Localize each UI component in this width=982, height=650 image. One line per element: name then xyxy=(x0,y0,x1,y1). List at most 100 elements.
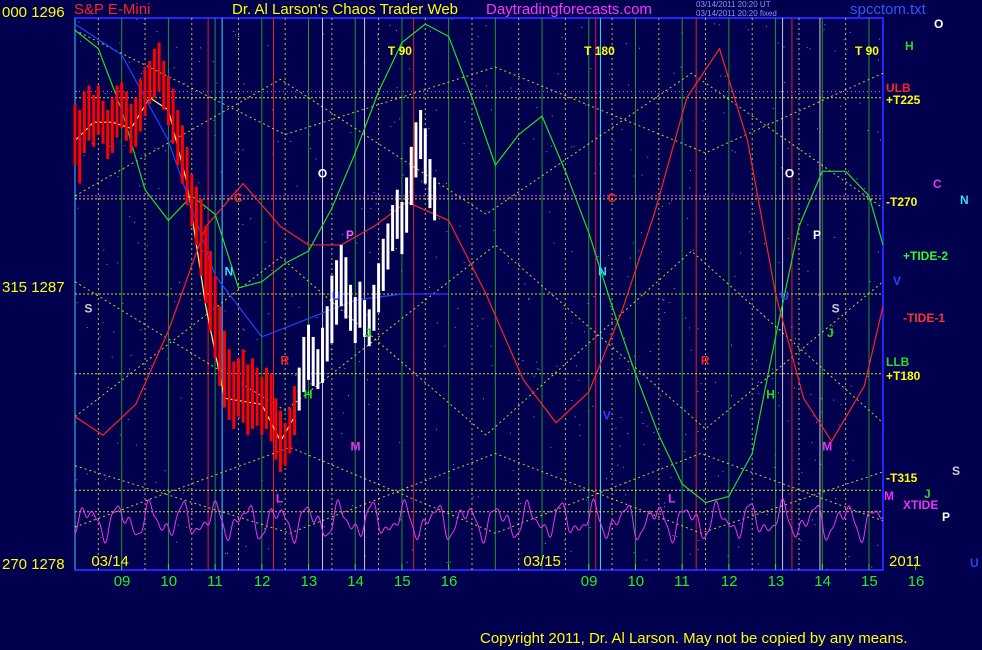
star-dot xyxy=(807,270,809,272)
star-dot xyxy=(653,432,655,434)
star-dot xyxy=(395,248,397,250)
star-dot xyxy=(627,432,629,434)
star-dot xyxy=(689,553,691,555)
star-dot xyxy=(76,479,78,481)
star-dot xyxy=(520,503,522,505)
star-dot xyxy=(766,513,768,515)
star-dot xyxy=(342,234,344,236)
star-dot xyxy=(738,546,740,548)
star-dot xyxy=(557,73,559,75)
star-dot xyxy=(136,18,138,20)
star-dot xyxy=(242,224,244,226)
star-dot xyxy=(676,535,678,537)
star-dot xyxy=(859,102,861,104)
star-dot xyxy=(166,294,168,296)
star-dot xyxy=(633,175,635,177)
star-dot xyxy=(605,478,607,480)
star-dot xyxy=(316,317,318,319)
star-dot xyxy=(816,422,818,424)
star-dot xyxy=(200,47,202,49)
star-dot xyxy=(610,305,612,307)
star-dot xyxy=(754,213,756,215)
planet-marker: R xyxy=(701,354,710,368)
star-dot xyxy=(124,145,126,147)
star-dot xyxy=(232,30,234,32)
star-dot xyxy=(698,540,700,542)
star-dot xyxy=(104,479,106,481)
star-dot xyxy=(323,526,325,528)
website-link[interactable]: Daytradingforecasts.com xyxy=(486,1,652,18)
star-dot xyxy=(624,337,626,339)
star-dot xyxy=(734,275,736,277)
x-tick-label: 11 xyxy=(674,573,690,590)
star-dot xyxy=(291,295,293,297)
star-dot xyxy=(789,509,791,511)
star-dot xyxy=(250,218,252,220)
star-dot xyxy=(673,72,675,74)
star-dot xyxy=(571,400,573,402)
star-dot xyxy=(705,481,707,483)
star-dot xyxy=(788,493,790,495)
star-dot xyxy=(176,541,178,543)
star-dot xyxy=(76,90,78,92)
star-dot xyxy=(444,345,446,347)
star-dot xyxy=(732,193,734,195)
star-dot xyxy=(130,354,132,356)
planet-marker: N xyxy=(224,265,233,279)
star-dot xyxy=(664,506,666,508)
star-dot xyxy=(235,151,237,153)
star-dot xyxy=(472,496,474,498)
right-label: +T225 xyxy=(886,93,921,107)
star-dot xyxy=(109,145,111,147)
x-tick-label: 12 xyxy=(254,573,271,590)
star-dot xyxy=(271,269,273,271)
star-dot xyxy=(527,298,529,300)
star-dot xyxy=(773,107,775,109)
right-label: +T180 xyxy=(886,369,921,383)
star-dot xyxy=(838,424,840,426)
star-dot xyxy=(122,168,124,170)
star-dot xyxy=(295,374,297,376)
star-dot xyxy=(446,562,448,564)
star-dot xyxy=(264,528,266,530)
star-dot xyxy=(625,494,627,496)
star-dot xyxy=(486,85,488,87)
star-dot xyxy=(801,471,803,473)
star-dot xyxy=(135,444,137,446)
star-dot xyxy=(626,482,628,484)
star-dot xyxy=(877,131,879,133)
star-dot xyxy=(406,561,408,563)
star-dot xyxy=(585,104,587,106)
star-dot xyxy=(377,34,379,36)
series-line-xtide xyxy=(74,498,884,545)
planet-marker: V xyxy=(603,409,611,423)
star-dot xyxy=(852,460,854,462)
lattice-line xyxy=(74,244,884,430)
star-dot xyxy=(713,23,715,25)
star-dot xyxy=(823,29,825,31)
star-dot xyxy=(512,469,514,471)
star-dot xyxy=(656,103,658,105)
star-dot xyxy=(747,29,749,31)
star-dot xyxy=(794,338,796,340)
star-dot xyxy=(389,209,391,211)
star-dot xyxy=(647,156,649,158)
star-dot xyxy=(613,140,615,142)
star-dot xyxy=(662,519,664,521)
x-tick-label: 13 xyxy=(301,573,318,590)
star-dot xyxy=(820,463,822,465)
star-dot xyxy=(235,34,237,36)
x-tick-label: 13 xyxy=(768,573,785,590)
star-dot xyxy=(477,496,479,498)
star-dot xyxy=(863,187,865,189)
star-dot xyxy=(186,526,188,528)
star-dot xyxy=(490,345,492,347)
star-dot xyxy=(155,481,157,483)
star-dot xyxy=(224,310,226,312)
star-dot xyxy=(256,338,258,340)
star-dot xyxy=(358,361,360,363)
star-dot xyxy=(820,398,822,400)
star-dot xyxy=(777,392,779,394)
star-dot xyxy=(584,331,586,333)
star-dot xyxy=(731,344,733,346)
